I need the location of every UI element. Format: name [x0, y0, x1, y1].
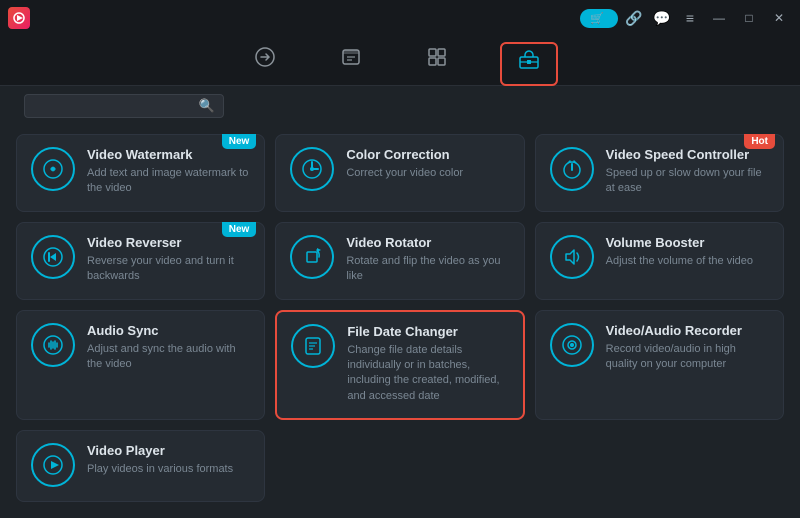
title-bar-right: 🛒 🔗 💬 ≡ — □ ✕	[580, 6, 792, 30]
tool-desc-file-date-changer: Change file date details individually or…	[347, 343, 508, 405]
cart-icon: 🛒	[590, 12, 604, 25]
minimize-button[interactable]: —	[706, 6, 732, 30]
tool-info-video-rotator: Video Rotator Rotate and flip the video a…	[346, 235, 509, 285]
tool-desc-volume-booster: Adjust the volume of the video	[606, 254, 769, 269]
tab-mv[interactable]	[328, 42, 374, 86]
tool-icon-video-rotator	[290, 235, 334, 279]
nav-tabs	[0, 36, 800, 86]
link-button[interactable]: 🔗	[622, 6, 646, 30]
maximize-button[interactable]: □	[736, 6, 762, 30]
tool-desc-video-watermark: Add text and image watermark to the vide…	[87, 166, 250, 197]
tool-name-video-rotator: Video Rotator	[346, 235, 509, 250]
toolbox-icon	[518, 48, 540, 74]
tool-card-color-correction[interactable]: Color Correction Correct your video color	[275, 134, 524, 212]
tool-info-file-date-changer: File Date Changer Change file date detail…	[347, 324, 508, 405]
tool-info-color-correction: Color Correction Correct your video color	[346, 147, 509, 181]
tool-name-video-audio-recorder: Video/Audio Recorder	[606, 323, 769, 338]
tool-desc-video-player: Play videos in various formats	[87, 462, 250, 477]
menu-button[interactable]: ≡	[678, 6, 702, 30]
tool-desc-color-correction: Correct your video color	[346, 166, 509, 181]
mv-icon	[340, 46, 362, 72]
tool-name-video-speed-controller: Video Speed Controller	[606, 147, 769, 162]
tool-card-video-watermark[interactable]: NewVideo Watermark Add text and image wat…	[16, 134, 265, 212]
tool-info-video-speed-controller: Video Speed Controller Speed up or slow d…	[606, 147, 769, 197]
tool-name-color-correction: Color Correction	[346, 147, 509, 162]
tool-info-audio-sync: Audio Sync Adjust and sync the audio with…	[87, 323, 250, 373]
search-input[interactable]	[33, 99, 193, 113]
tool-icon-volume-booster	[550, 235, 594, 279]
pricing-button[interactable]: 🛒	[580, 9, 618, 28]
title-bar: 🛒 🔗 💬 ≡ — □ ✕	[0, 0, 800, 36]
tool-card-file-date-changer[interactable]: File Date Changer Change file date detail…	[275, 310, 524, 421]
collage-icon	[426, 46, 448, 72]
tool-info-video-reverser: Video Reverser Reverse your video and tur…	[87, 235, 250, 285]
tool-desc-audio-sync: Adjust and sync the audio with the video	[87, 342, 250, 373]
tool-icon-video-audio-recorder	[550, 323, 594, 367]
tool-desc-video-reverser: Reverse your video and turn it backwards	[87, 254, 250, 285]
tab-collage[interactable]	[414, 42, 460, 86]
tool-icon-color-correction	[290, 147, 334, 191]
tool-icon-audio-sync	[31, 323, 75, 367]
tool-name-volume-booster: Volume Booster	[606, 235, 769, 250]
tool-icon-video-reverser	[31, 235, 75, 279]
tool-icon-video-speed-controller	[550, 147, 594, 191]
badge-video-reverser: New	[222, 222, 257, 237]
title-bar-left	[8, 7, 36, 29]
tool-icon-video-watermark	[31, 147, 75, 191]
tools-grid: NewVideo WatermarkAdd text and image wat…	[0, 126, 800, 510]
tool-desc-video-audio-recorder: Record video/audio in high quality on yo…	[606, 342, 769, 373]
tab-converter[interactable]	[242, 42, 288, 86]
badge-video-speed-controller: Hot	[744, 134, 775, 149]
tool-info-volume-booster: Volume Booster Adjust the volume of the v…	[606, 235, 769, 269]
tool-info-video-watermark: Video Watermark Add text and image waterm…	[87, 147, 250, 197]
tool-info-video-player: Video Player Play videos in various forma…	[87, 443, 250, 477]
tool-card-audio-sync[interactable]: Audio Sync Adjust and sync the audio with…	[16, 310, 265, 421]
tool-desc-video-rotator: Rotate and flip the video as you like	[346, 254, 509, 285]
close-button[interactable]: ✕	[766, 6, 792, 30]
chat-button[interactable]: 💬	[650, 6, 674, 30]
tool-name-audio-sync: Audio Sync	[87, 323, 250, 338]
tool-name-video-reverser: Video Reverser	[87, 235, 250, 250]
converter-icon	[254, 46, 276, 72]
tool-icon-file-date-changer	[291, 324, 335, 368]
tool-icon-video-player	[31, 443, 75, 487]
tool-card-video-audio-recorder[interactable]: Video/Audio Recorder Record video/audio i…	[535, 310, 784, 421]
badge-video-watermark: New	[222, 134, 257, 149]
tool-card-video-rotator[interactable]: Video Rotator Rotate and flip the video a…	[275, 222, 524, 300]
app-logo	[8, 7, 30, 29]
tool-card-video-speed-controller[interactable]: HotVideo Speed Controller Speed up or slo…	[535, 134, 784, 212]
search-icon: 🔍	[199, 98, 215, 114]
tool-card-video-reverser[interactable]: NewVideo Reverser Reverse your video and …	[16, 222, 265, 300]
tool-card-volume-booster[interactable]: Volume Booster Adjust the volume of the v…	[535, 222, 784, 300]
tool-desc-video-speed-controller: Speed up or slow down your file at ease	[606, 166, 769, 197]
search-input-wrap: 🔍	[24, 94, 224, 118]
tool-card-video-player[interactable]: Video Player Play videos in various forma…	[16, 430, 265, 502]
tool-info-video-audio-recorder: Video/Audio Recorder Record video/audio i…	[606, 323, 769, 373]
tab-toolbox[interactable]	[500, 42, 558, 86]
tool-name-video-watermark: Video Watermark	[87, 147, 250, 162]
search-bar: 🔍	[0, 86, 800, 126]
tool-name-file-date-changer: File Date Changer	[347, 324, 508, 339]
tool-name-video-player: Video Player	[87, 443, 250, 458]
